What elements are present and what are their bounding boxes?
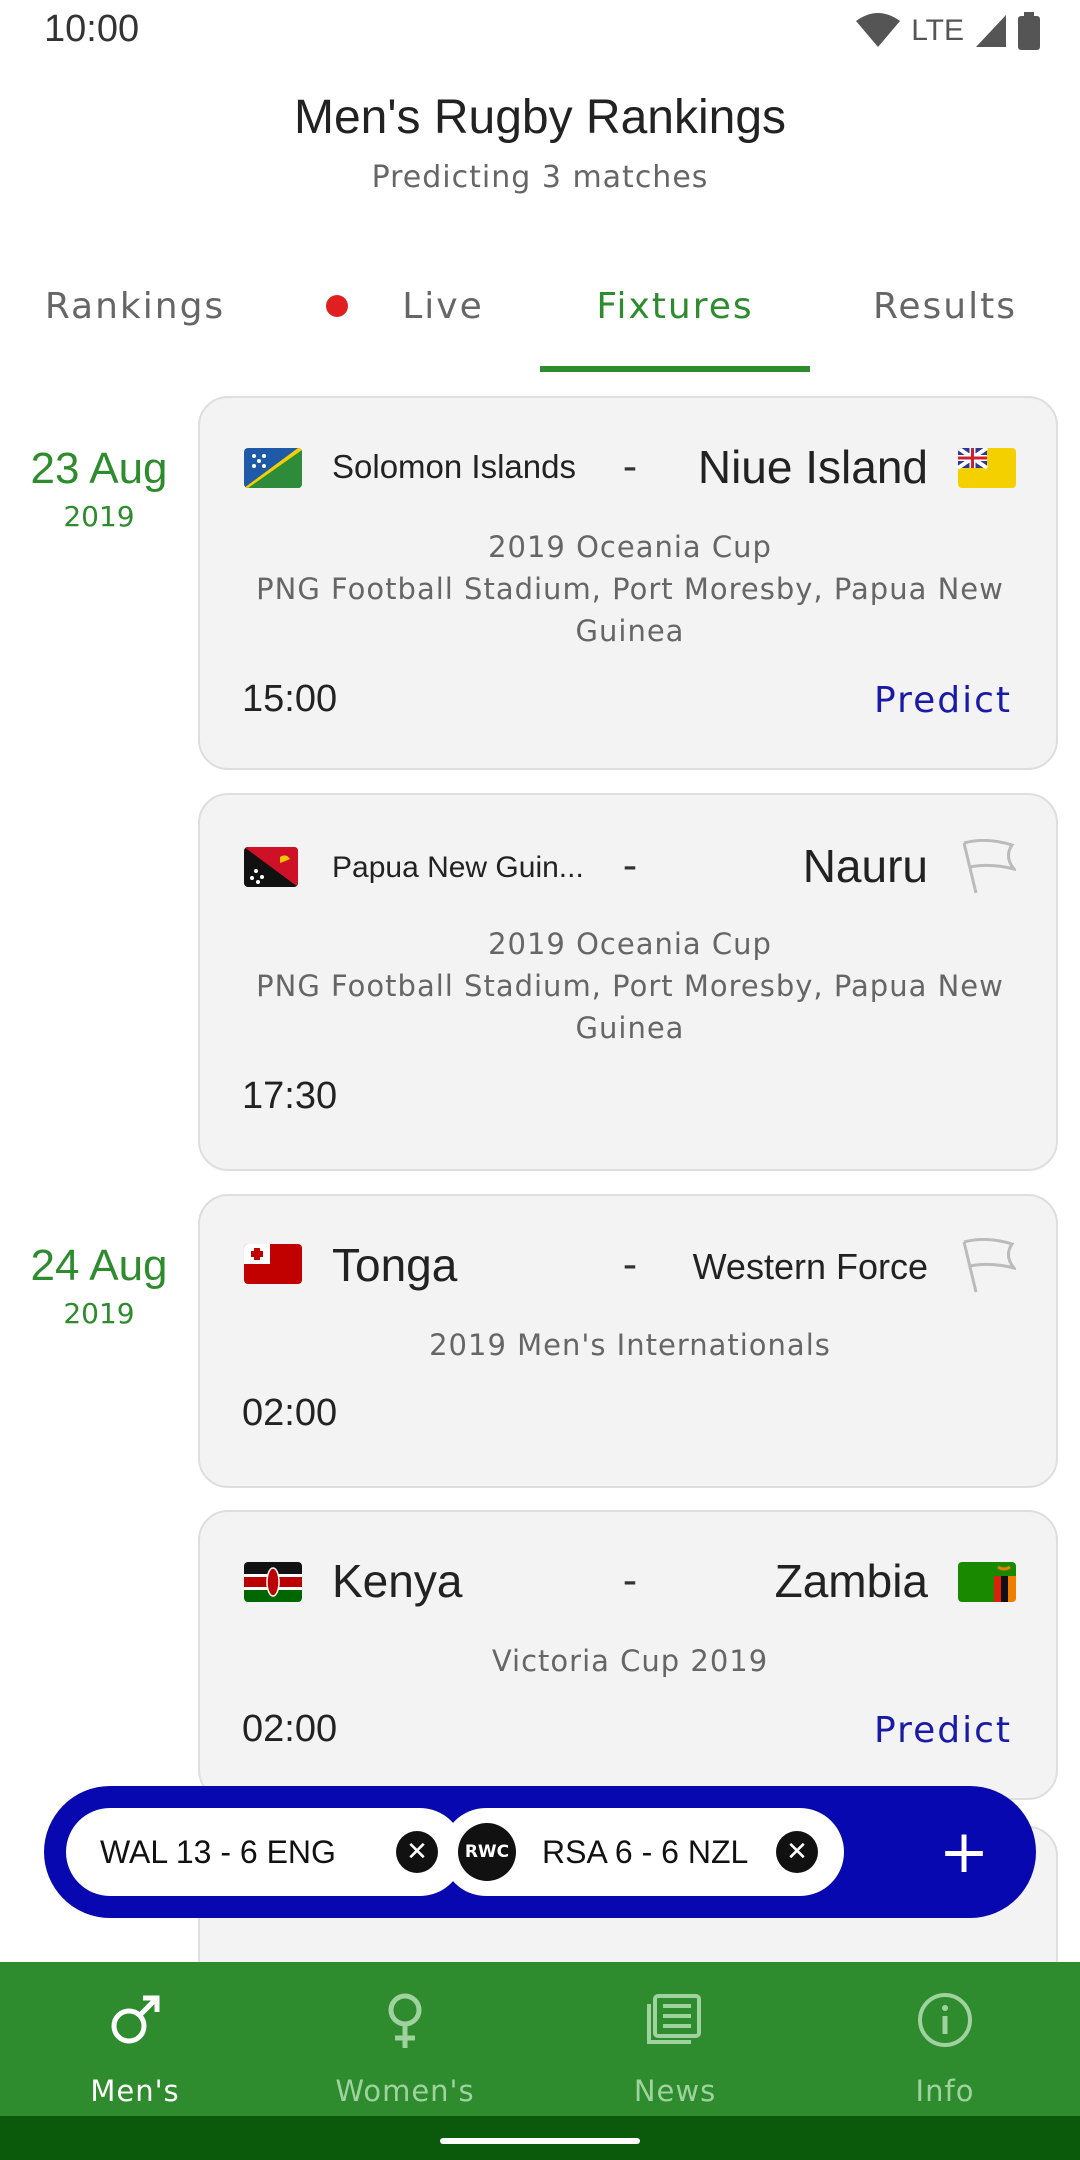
info-icon	[918, 1993, 972, 2047]
home-team-name: Solomon Islands	[332, 448, 576, 485]
date-year: 2019	[63, 500, 135, 533]
date-year: 2019	[63, 1297, 135, 1330]
home-team-name: Kenya	[332, 1555, 463, 1607]
nav-news[interactable]: News	[540, 1962, 810, 2116]
competition-name: 2019 Oceania Cup	[488, 927, 772, 961]
live-match-score: WAL 13 - 6 ENG	[100, 1833, 336, 1870]
nav-label: News	[633, 2074, 717, 2108]
status-time: 10:00	[44, 8, 140, 50]
battery-icon	[1018, 12, 1040, 50]
placeholder-flag-icon	[956, 1238, 1016, 1294]
fixture-teams: Kenya - Zambia	[200, 1512, 1060, 1652]
live-match-chip[interactable]: WAL 13 - 6 ENG ✕	[66, 1808, 464, 1896]
add-match-button[interactable]: +	[928, 1816, 1000, 1888]
close-icon[interactable]: ✕	[776, 1831, 818, 1873]
tab-indicator	[540, 366, 810, 372]
signal-icon	[976, 15, 1006, 47]
live-dot-icon	[326, 295, 349, 317]
tab-rankings[interactable]: Rankings	[0, 240, 270, 372]
placeholder-flag-icon	[956, 839, 1016, 895]
close-icon[interactable]: ✕	[396, 1831, 438, 1873]
away-team-name: Nauru	[802, 840, 928, 892]
team-separator: -	[622, 1242, 638, 1288]
predict-button[interactable]: Predict	[874, 1710, 1012, 1751]
male-icon	[111, 1995, 160, 2044]
tab-results[interactable]: Results	[810, 240, 1080, 372]
date-header: 23 Aug 2019	[0, 444, 198, 533]
nav-mens[interactable]: Men's	[0, 1962, 270, 2116]
female-icon	[388, 1993, 422, 2048]
network-type: LTE	[911, 14, 964, 47]
nav-label: Info	[915, 2074, 975, 2108]
away-team-name: Niue Island	[697, 441, 928, 493]
gesture-bar	[0, 2116, 1080, 2160]
tab-label: Results	[873, 285, 1017, 327]
tab-label: Live	[402, 285, 484, 327]
fixture-teams: Solomon Islands - Niue Island	[200, 398, 1060, 538]
kickoff-time: 17:30	[242, 1075, 338, 1117]
home-team-name: Papua New Guin...	[332, 851, 584, 884]
tonga-flag-icon	[244, 1244, 302, 1284]
fixture-card[interactable]: Kenya - Zambia Victoria Cup 2019 02:00 P…	[198, 1510, 1058, 1800]
kickoff-time: 02:00	[242, 1708, 338, 1750]
tab-label: Rankings	[44, 285, 226, 327]
page-title: Men's Rugby Rankings	[293, 91, 787, 144]
team-separator: -	[622, 843, 638, 889]
fixture-card[interactable]: Solomon Islands - Niue Island 2019 Ocean…	[198, 396, 1058, 770]
live-match-score: RSA 6 - 6 NZL	[542, 1833, 749, 1870]
papua-new-guinea-flag-icon	[244, 847, 298, 887]
live-matches-bar: WAL 13 - 6 ENG ✕ RWC RSA 6 - 6 NZL ✕ +	[44, 1786, 1036, 1918]
away-team-name: Zambia	[774, 1555, 928, 1607]
rwc-logo-icon: RWC	[458, 1823, 516, 1881]
nav-label: Men's	[90, 2074, 180, 2108]
tab-bar: Rankings Live Fixtures Results	[0, 240, 1080, 372]
live-match-chip[interactable]: RWC RSA 6 - 6 NZL ✕	[442, 1808, 844, 1896]
venue-name: PNG Football Stadium, Port Moresby, Papu…	[256, 969, 1004, 1045]
fixture-card[interactable]: Papua New Guin... - Nauru 2019 Oceania C…	[198, 793, 1058, 1171]
competition-name: Victoria Cup 2019	[491, 1644, 769, 1678]
kenya-flag-icon	[244, 1562, 302, 1602]
status-icons: LTE	[855, 12, 1040, 50]
date-day: 23 Aug	[30, 444, 168, 493]
fixture-teams: Tonga - Western Force	[200, 1196, 1060, 1336]
fixture-card[interactable]: Tonga - Western Force 2019 Men's Interna…	[198, 1194, 1058, 1488]
wifi-icon	[856, 13, 901, 47]
fixture-teams: Papua New Guin... - Nauru	[200, 795, 1060, 935]
news-icon	[647, 1994, 701, 2044]
tab-label: Fixtures	[596, 285, 754, 327]
bottom-navigation: Men's Women's News Info	[0, 1962, 1080, 2116]
kickoff-time: 02:00	[242, 1392, 338, 1434]
home-gesture-handle[interactable]	[440, 2138, 640, 2144]
predict-button[interactable]: Predict	[874, 680, 1012, 721]
date-day: 24 Aug	[30, 1241, 168, 1290]
solomon-islands-flag-icon	[244, 448, 302, 488]
home-team-name: Tonga	[332, 1239, 458, 1291]
nav-info[interactable]: Info	[810, 1962, 1080, 2116]
team-separator: -	[622, 1558, 638, 1604]
away-team-name: Western Force	[692, 1246, 928, 1287]
nav-label: Women's	[335, 2074, 475, 2108]
kickoff-time: 15:00	[242, 678, 338, 720]
date-header: 24 Aug 2019	[0, 1241, 198, 1330]
nav-womens[interactable]: Women's	[270, 1962, 540, 2116]
team-separator: -	[622, 444, 638, 490]
zambia-flag-icon	[958, 1562, 1016, 1602]
venue-name: PNG Football Stadium, Port Moresby, Papu…	[256, 572, 1004, 648]
competition-name: 2019 Men's Internationals	[429, 1328, 831, 1362]
niue-flag-icon	[958, 448, 1016, 488]
page-subtitle: Predicting 3 matches	[371, 160, 709, 195]
competition-name: 2019 Oceania Cup	[488, 530, 772, 564]
status-bar: 10:00 LTE	[0, 0, 1080, 64]
tab-fixtures[interactable]: Fixtures	[540, 240, 810, 372]
tab-live[interactable]: Live	[270, 240, 540, 372]
